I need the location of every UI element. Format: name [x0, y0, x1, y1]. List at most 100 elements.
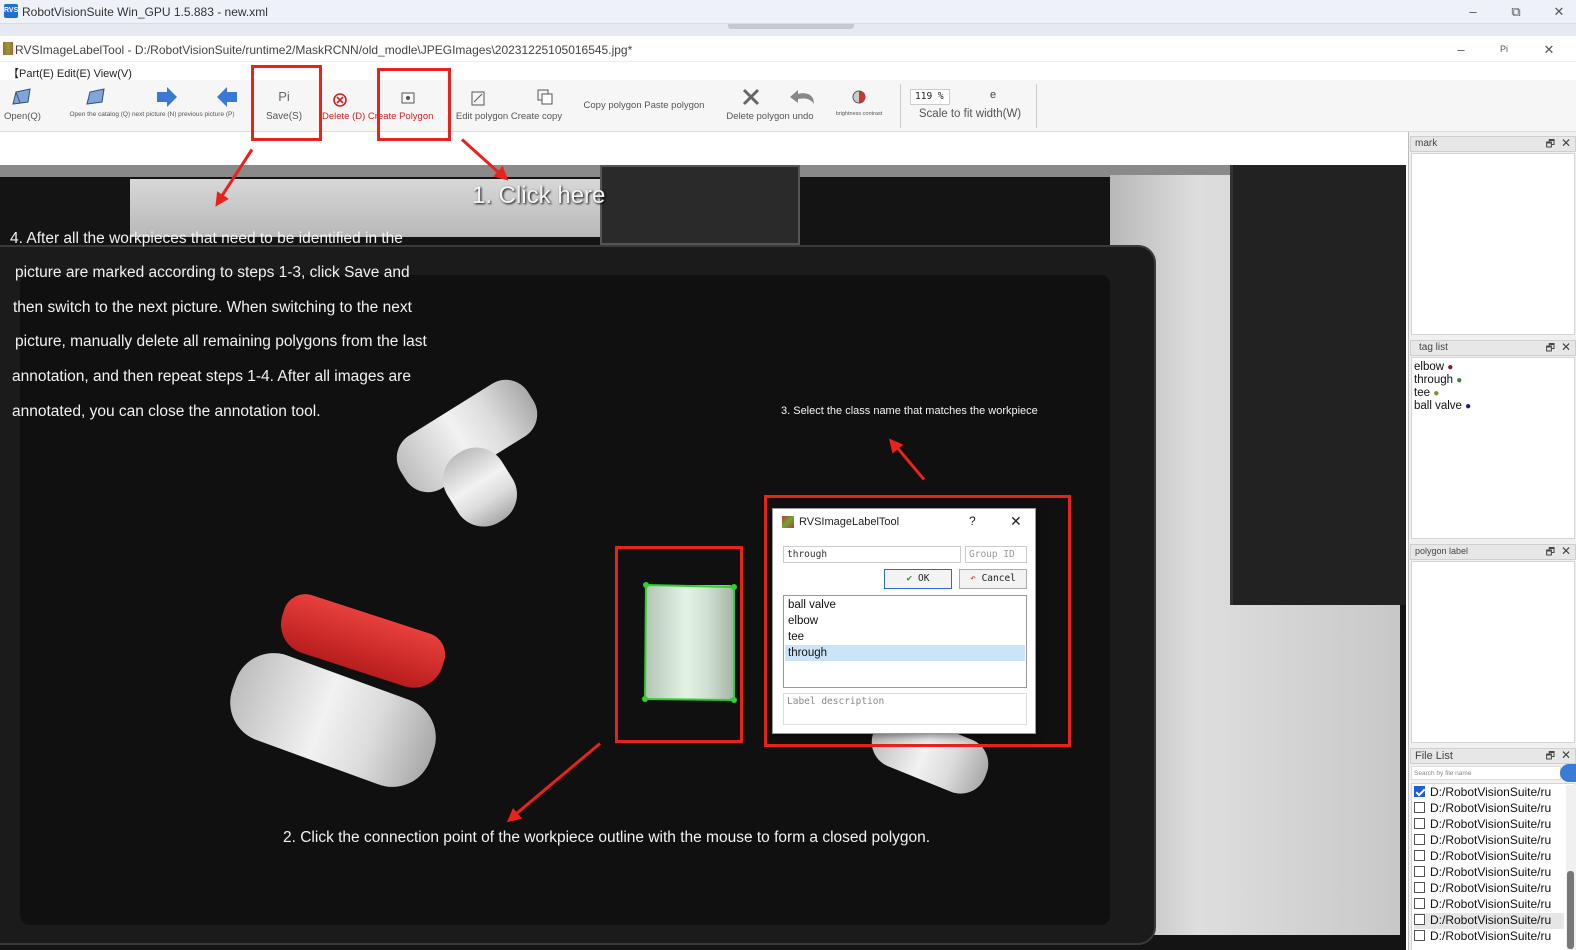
- drag-handle[interactable]: [728, 24, 854, 29]
- open-file-icon: [12, 88, 31, 105]
- file-checkbox[interactable]: [1414, 898, 1425, 909]
- label-description-input[interactable]: Label description: [783, 693, 1027, 725]
- file-checkbox[interactable]: [1414, 882, 1425, 893]
- window-title: RobotVisionSuite Win_GPU 1.5.883 - new.x…: [22, 5, 268, 19]
- file-checkbox[interactable]: [1414, 834, 1425, 845]
- file-list-scrollbar[interactable]: [1566, 785, 1575, 950]
- undo-arrow-icon: ↶: [970, 573, 976, 584]
- file-row[interactable]: D:/RobotVisionSuite/ru: [1414, 897, 1564, 913]
- minimize-button[interactable]: –: [1462, 3, 1484, 21]
- list-item-selected[interactable]: through: [785, 645, 1025, 661]
- file-checkbox[interactable]: [1414, 850, 1425, 861]
- label-name-input[interactable]: through: [783, 546, 961, 563]
- open-label: Open(Q): [4, 111, 41, 122]
- file-checkbox[interactable]: [1414, 914, 1425, 925]
- labeltool-title: RVSImageLabelTool - D:/RobotVisionSuite/…: [15, 43, 633, 57]
- list-item[interactable]: elbow: [785, 613, 1025, 629]
- search-icon[interactable]: [1560, 764, 1576, 782]
- open-button[interactable]: Open(Q): [4, 84, 41, 122]
- ok-label: OK: [918, 573, 930, 584]
- scale-fit-label: Scale to fit width(W): [918, 108, 1022, 120]
- dock-float-icon[interactable]: 🗗: [1546, 137, 1555, 154]
- edit-create-copy-button[interactable]: Edit polygon Create copy: [452, 84, 566, 122]
- file-checkbox[interactable]: [1414, 818, 1425, 829]
- file-checkbox[interactable]: [1414, 802, 1425, 813]
- cancel-label: Cancel: [981, 573, 1016, 584]
- brightness-label: brightness contrast: [835, 111, 883, 117]
- file-checkbox[interactable]: [1414, 930, 1425, 941]
- brightness-contrast-button[interactable]: brightness contrast: [832, 84, 886, 117]
- labeltool-pin-button[interactable]: Pi: [1493, 40, 1515, 58]
- outer-window-titlebar: RVS RobotVisionSuite Win_GPU 1.5.883 - n…: [0, 0, 1576, 24]
- dock-close-icon[interactable]: ✕: [1561, 136, 1571, 150]
- step4-line-4: picture, manually delete all remaining p…: [15, 333, 427, 350]
- tag-item[interactable]: tee ●: [1414, 387, 1439, 400]
- tag-list-title: tag list: [1419, 342, 1448, 353]
- file-row[interactable]: D:/RobotVisionSuite/ru: [1414, 929, 1564, 945]
- step3-text: 3. Select the class name that matches th…: [781, 405, 1038, 417]
- check-icon: ✔: [906, 573, 913, 584]
- file-row[interactable]: D:/RobotVisionSuite/ru: [1414, 801, 1564, 817]
- restore-button[interactable]: ⧉: [1505, 3, 1527, 21]
- dock-close-icon[interactable]: ✕: [1561, 340, 1571, 354]
- group-id-input[interactable]: Group ID: [965, 546, 1027, 563]
- dialog-help-button[interactable]: ?: [969, 514, 976, 528]
- step1-text: 1. Click here: [472, 182, 606, 209]
- polygon-label-panel[interactable]: [1411, 561, 1575, 743]
- scrollbar-thumb[interactable]: [1567, 871, 1574, 949]
- dock-close-icon[interactable]: ✕: [1561, 544, 1571, 558]
- brightness-icon: [852, 90, 866, 104]
- file-row[interactable]: D:/RobotVisionSuite/ru: [1414, 785, 1564, 801]
- nav-icons: [86, 87, 237, 107]
- dialog-app-icon: [782, 516, 794, 528]
- menu-part-edit-view[interactable]: 【Part(E) Edit(E) View(V): [8, 65, 132, 81]
- ok-button[interactable]: ✔ OK: [884, 569, 952, 589]
- dock-float-icon[interactable]: 🗗: [1546, 341, 1555, 358]
- delete-undo-label: Delete polygon undo: [726, 111, 814, 122]
- edit-create-copy-label: Edit polygon Create copy: [455, 111, 563, 122]
- dialog-title: RVSImageLabelTool: [799, 516, 900, 528]
- class-name-list[interactable]: ball valve elbow tee through: [783, 595, 1027, 688]
- highlight-save: [251, 65, 322, 141]
- mark-panel[interactable]: [1411, 153, 1575, 335]
- delete-polygon-undo-button[interactable]: Delete polygon undo: [722, 84, 818, 122]
- tag-list-panel[interactable]: elbow ● through ● tee ● ball valve ●: [1411, 357, 1575, 539]
- dialog-close-button[interactable]: ✕: [1010, 513, 1022, 530]
- toolbar: Open(Q) Open the catalog (Q) next pictur…: [0, 80, 1576, 132]
- dock-float-icon[interactable]: 🗗: [1546, 749, 1555, 766]
- cancel-button[interactable]: ↶ Cancel: [959, 569, 1027, 589]
- open-catalog-button[interactable]: Open the catalog (Q) next picture (N) pr…: [62, 84, 242, 118]
- close-button[interactable]: ✕: [1548, 3, 1570, 21]
- scale-fit-width-button[interactable]: Scale to fit width(W): [914, 108, 1026, 120]
- file-row[interactable]: D:/RobotVisionSuite/ru: [1414, 913, 1564, 929]
- file-checkbox[interactable]: [1414, 786, 1425, 797]
- file-row[interactable]: D:/RobotVisionSuite/ru: [1414, 881, 1564, 897]
- file-row[interactable]: D:/RobotVisionSuite/ru: [1414, 849, 1564, 865]
- list-item[interactable]: tee: [785, 629, 1025, 645]
- dock-close-icon[interactable]: ✕: [1561, 748, 1571, 762]
- labeltool-close-button[interactable]: ✕: [1538, 41, 1560, 59]
- dock-float-icon[interactable]: 🗗: [1546, 545, 1555, 562]
- copy-paste-polygon-button[interactable]: Copy polygon Paste polygon: [580, 100, 708, 111]
- edit-copy-icons: [471, 89, 553, 106]
- labeltool-logo-icon: [3, 42, 13, 55]
- zoom-input[interactable]: 119 %: [910, 89, 950, 105]
- machine-bracket: [600, 165, 800, 245]
- polygon-label-title: polygon label: [1415, 546, 1469, 556]
- file-checkbox[interactable]: [1414, 866, 1425, 877]
- black-device: [1230, 165, 1406, 605]
- step4-line-6: annotated, you can close the annotation …: [12, 403, 321, 420]
- zoom-e-label: e: [990, 89, 997, 101]
- tag-item[interactable]: ball valve ●: [1414, 400, 1471, 413]
- tag-item[interactable]: elbow ●: [1414, 361, 1453, 374]
- labeltool-titlebar: RVSImageLabelTool - D:/RobotVisionSuite/…: [0, 36, 1576, 62]
- mark-title: mark: [1415, 138, 1438, 149]
- step4-line-3: then switch to the next picture. When sw…: [13, 299, 412, 316]
- tag-item[interactable]: through ●: [1414, 374, 1462, 387]
- file-row[interactable]: D:/RobotVisionSuite/ru: [1414, 833, 1564, 849]
- labeltool-minimize-button[interactable]: –: [1450, 41, 1472, 59]
- file-search-input[interactable]: Search by file name: [1411, 766, 1561, 780]
- list-item[interactable]: ball valve: [785, 597, 1025, 613]
- file-row[interactable]: D:/RobotVisionSuite/ru: [1414, 865, 1564, 881]
- file-row[interactable]: D:/RobotVisionSuite/ru: [1414, 817, 1564, 833]
